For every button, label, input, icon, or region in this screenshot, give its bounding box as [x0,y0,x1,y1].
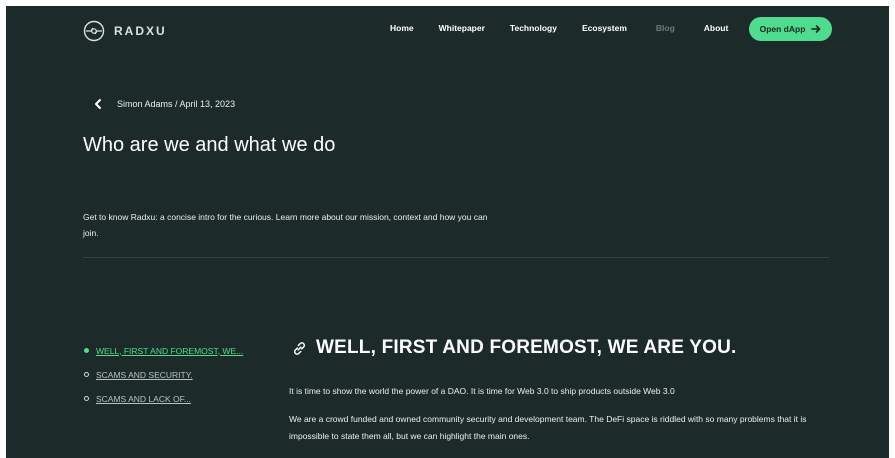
nav-item-ecosystem[interactable]: Ecosystem [582,23,627,33]
chevron-left-icon[interactable] [92,98,104,110]
nav-item-blog[interactable]: Blog [656,23,675,33]
section-heading: WELL, FIRST AND FOREMOST, WE ARE YOU. [291,337,736,359]
active-bullet-icon [84,348,89,353]
nav-item-home[interactable]: Home [390,23,414,33]
main-nav: Home Whitepaper Technology Ecosystem Blo… [390,23,728,33]
section-heading-text: WELL, FIRST AND FOREMOST, WE ARE YOU. [316,337,737,358]
table-of-contents: WELL, FIRST AND FOREMOST, WE... SCAMS AN… [84,343,243,415]
post-intro: Get to know Radxu: a concise intro for t… [83,212,488,238]
toc-link[interactable]: SCAMS AND SECURITY. [96,370,193,380]
nav-item-whitepaper[interactable]: Whitepaper [439,23,485,33]
nav-item-technology[interactable]: Technology [510,23,557,33]
page: RADXU Home Whitepaper Technology Ecosyst… [6,6,889,458]
page-title: Who are we and what we do [83,134,336,156]
toc-item[interactable]: SCAMS AND LACK OF... [84,391,243,406]
divider [83,257,829,258]
bullet-icon [84,396,89,401]
toc-link[interactable]: WELL, FIRST AND FOREMOST, WE... [96,346,243,356]
toc-item[interactable]: SCAMS AND SECURITY. [84,367,243,382]
toc-item[interactable]: WELL, FIRST AND FOREMOST, WE... [84,343,243,358]
arrow-right-icon [811,25,821,33]
article-paragraph: It is time to show the world the power o… [289,386,675,396]
toc-link[interactable]: SCAMS AND LACK OF... [96,394,191,404]
link-icon[interactable] [291,340,308,357]
post-meta: Simon Adams / April 13, 2023 [117,99,236,109]
brand-name: RADXU [114,24,167,38]
article-paragraph: We are a crowd funded and owned communit… [289,414,807,441]
brand-logo[interactable]: RADXU [83,20,167,42]
nav-item-about[interactable]: About [704,23,729,33]
radxu-logo-icon [83,20,105,42]
open-dapp-button[interactable]: Open dApp [749,17,832,41]
open-dapp-label: Open dApp [759,24,806,34]
bullet-icon [84,372,89,377]
